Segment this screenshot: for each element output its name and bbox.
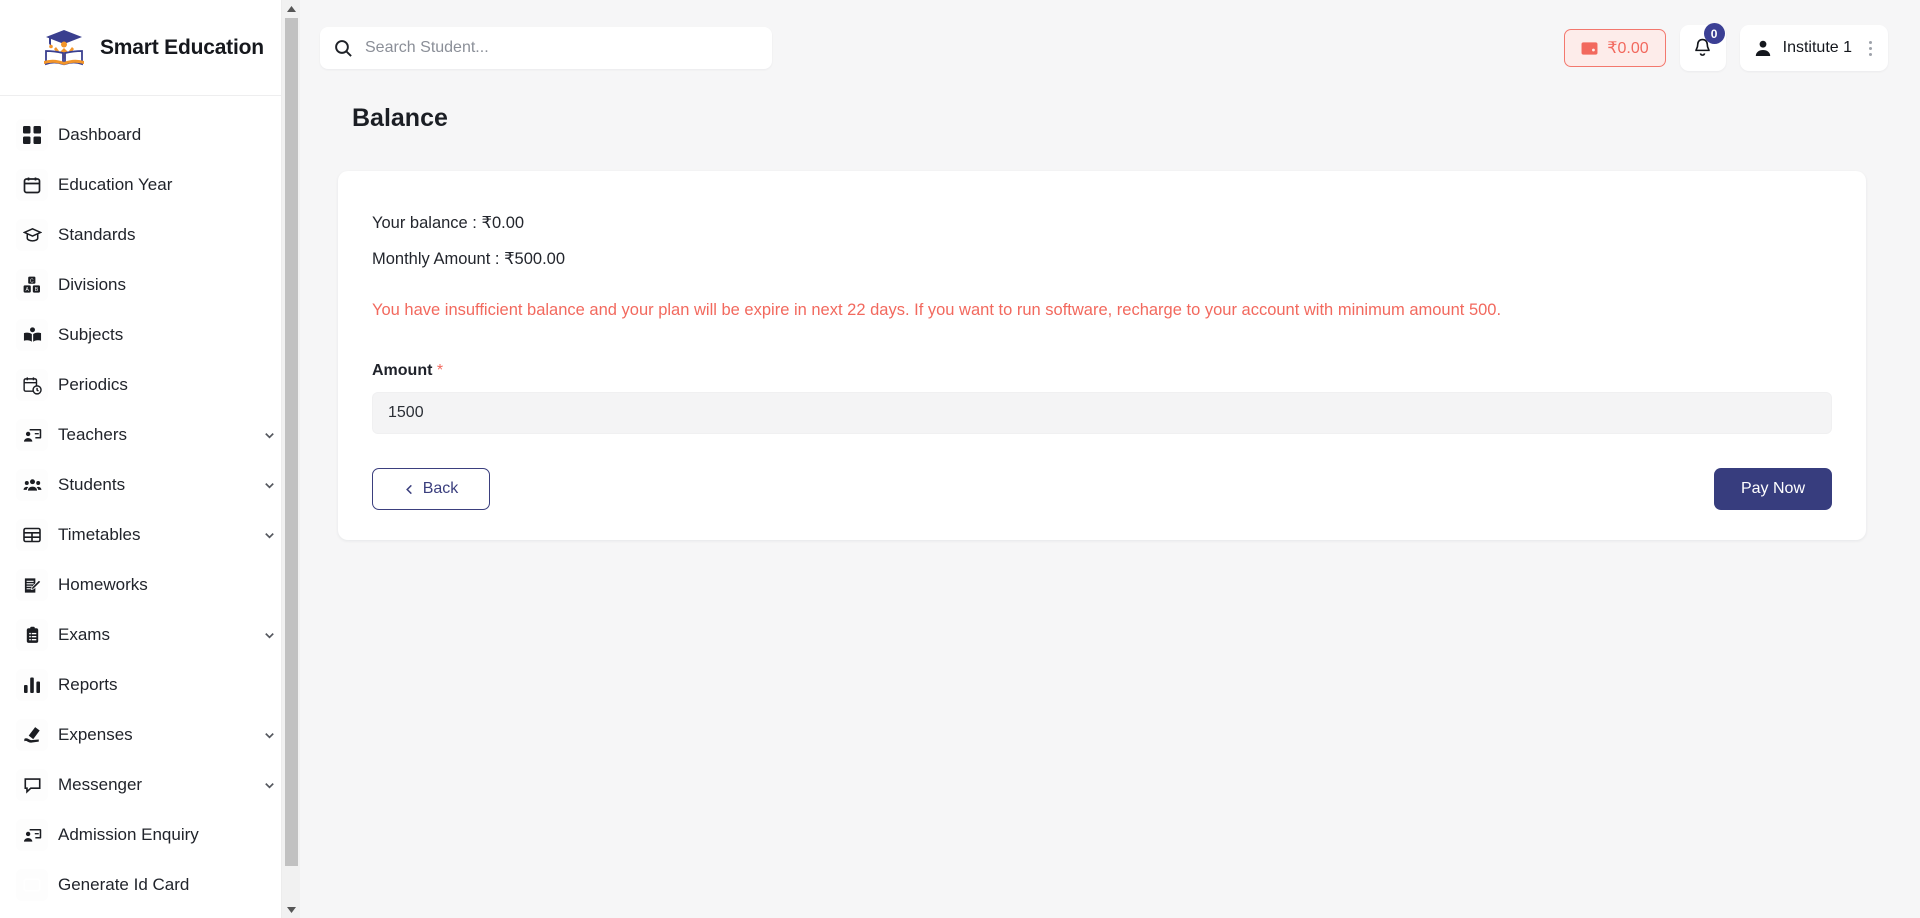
clipboard-list-icon <box>16 619 48 651</box>
chalkboard-user-icon <box>16 419 48 451</box>
search-box[interactable] <box>320 27 772 69</box>
svg-text:C: C <box>30 278 34 284</box>
sidebar-item-label: Expenses <box>58 725 133 744</box>
chevron-down-icon[interactable] <box>263 729 276 742</box>
sidebar-item-reports[interactable]: Reports <box>0 660 300 710</box>
graduation-cap-icon <box>16 219 48 251</box>
notification-count-badge: 0 <box>1703 23 1725 44</box>
table-icon <box>16 519 48 551</box>
chevron-down-icon[interactable] <box>263 429 276 442</box>
main-area: ₹0.00 0 <box>300 0 1920 918</box>
chevron-down-icon[interactable] <box>263 629 276 642</box>
insufficient-balance-warning: You have insufficient balance and your p… <box>372 301 1502 319</box>
sidebar-item-periodics[interactable]: Periodics <box>0 360 300 410</box>
id-card-icon <box>16 869 48 901</box>
sidebar-item-label: Students <box>58 475 126 494</box>
sidebar-item-students[interactable]: Students <box>0 460 300 510</box>
profile-menu[interactable]: Institute 1 <box>1739 25 1888 71</box>
sidebar-item-label: Divisions <box>58 275 127 294</box>
sidebar-item-divisions[interactable]: C A B Divisions <box>0 260 300 310</box>
graduation-book-logo-icon <box>42 26 86 70</box>
sidebar-item-expenses[interactable]: Expenses <box>0 710 300 760</box>
open-book-icon <box>16 319 48 351</box>
sidebar-item-messenger[interactable]: Messenger <box>0 760 300 810</box>
scroll-up-arrow-icon[interactable] <box>282 0 300 18</box>
sidebar-item-label: Teachers <box>58 425 127 444</box>
sidebar-item-subjects[interactable]: Subjects <box>0 310 300 360</box>
back-button-label: Back <box>422 480 459 497</box>
brand-name: Smart Education <box>100 35 264 59</box>
grid-icon <box>16 119 48 151</box>
amount-input[interactable] <box>372 392 1832 434</box>
users-group-icon <box>16 469 48 501</box>
topbar: ₹0.00 0 <box>300 0 1920 96</box>
sidebar-item-label: Homeworks <box>58 575 148 594</box>
sidebar-item-homeworks[interactable]: Homeworks <box>0 560 300 610</box>
file-pen-icon <box>16 569 48 601</box>
required-asterisk: * <box>436 362 444 379</box>
notifications-button[interactable]: 0 <box>1679 23 1726 71</box>
chalkboard-user-icon <box>16 819 48 851</box>
sidebar-item-label: Reports <box>58 675 118 694</box>
topbar-actions: ₹0.00 0 Institute 1 <box>1564 23 1888 71</box>
profile-name: Institute 1 <box>1782 39 1852 56</box>
page-title: Balance <box>352 104 448 132</box>
search-input[interactable] <box>365 39 758 57</box>
wallet-icon <box>1581 41 1598 56</box>
sidebar-item-label: Admission Enquiry <box>58 825 199 844</box>
wallet-amount: ₹0.00 <box>1607 40 1649 57</box>
monthly-amount-text: Monthly Amount : ₹500.00 <box>372 250 566 268</box>
sidebar-item-label: Education Year <box>58 175 173 194</box>
hand-money-icon <box>16 719 48 751</box>
sidebar-item-label: Periodics <box>58 375 128 394</box>
sidebar-item-admission-enquiry[interactable]: Admission Enquiry <box>0 810 300 860</box>
sidebar-item-generate-id-card[interactable]: Generate Id Card <box>0 860 300 910</box>
calendar-clock-icon <box>16 369 48 401</box>
scroll-down-arrow-icon[interactable] <box>282 900 300 918</box>
sidebar-item-exams[interactable]: Exams <box>0 610 300 660</box>
sidebar-item-label: Dashboard <box>58 125 142 144</box>
sidebar-item-label: Standards <box>58 225 136 244</box>
your-balance-text: Your balance : ₹0.00 <box>372 214 525 232</box>
back-button[interactable]: Back <box>372 468 490 510</box>
sidebar-item-standards[interactable]: Standards <box>0 210 300 260</box>
app-root: Smart Education Dashboard Education Year… <box>0 0 1920 918</box>
amount-field-label: Amount * <box>372 362 1832 380</box>
sidebar-item-dashboard[interactable]: Dashboard <box>0 110 300 160</box>
sidebar-scrollbar-thumb[interactable] <box>285 18 298 866</box>
blocks-abc-icon: C A B <box>16 269 48 301</box>
wallet-balance-button[interactable]: ₹0.00 <box>1564 29 1666 67</box>
sidebar-item-label: Messenger <box>58 775 143 794</box>
bar-chart-icon <box>16 669 48 701</box>
sidebar-nav: Dashboard Education Year Standards C A B… <box>0 96 300 910</box>
sidebar-item-label: Timetables <box>58 525 141 544</box>
sidebar-item-label: Subjects <box>58 325 124 344</box>
balance-card: Your balance : ₹0.00 Monthly Amount : ₹5… <box>338 171 1866 540</box>
chevron-down-icon[interactable] <box>263 779 276 792</box>
chevron-down-icon[interactable] <box>263 479 276 492</box>
sidebar-item-label: Exams <box>58 625 110 644</box>
calendar-icon <box>16 169 48 201</box>
brand-header[interactable]: Smart Education <box>0 0 300 96</box>
sidebar-item-label: Generate Id Card <box>58 875 190 894</box>
pay-now-button[interactable]: Pay Now <box>1714 468 1832 510</box>
search-icon <box>334 39 353 58</box>
sidebar-item-teachers[interactable]: Teachers <box>0 410 300 460</box>
sidebar-item-education-year[interactable]: Education Year <box>0 160 300 210</box>
amount-label-text: Amount <box>372 362 433 379</box>
sidebar-scrollbar[interactable] <box>281 0 300 918</box>
sidebar: Smart Education Dashboard Education Year… <box>0 0 300 918</box>
chevron-down-icon[interactable] <box>263 529 276 542</box>
user-icon <box>1754 39 1772 57</box>
chevron-left-icon <box>404 484 415 495</box>
page-content: Balance Your balance : ₹0.00 Monthly Amo… <box>300 104 1920 540</box>
card-actions: Back Pay Now <box>372 468 1832 510</box>
kebab-menu-icon[interactable] <box>1863 40 1878 56</box>
sidebar-item-timetables[interactable]: Timetables <box>0 510 300 560</box>
chat-bubble-icon <box>16 769 48 801</box>
